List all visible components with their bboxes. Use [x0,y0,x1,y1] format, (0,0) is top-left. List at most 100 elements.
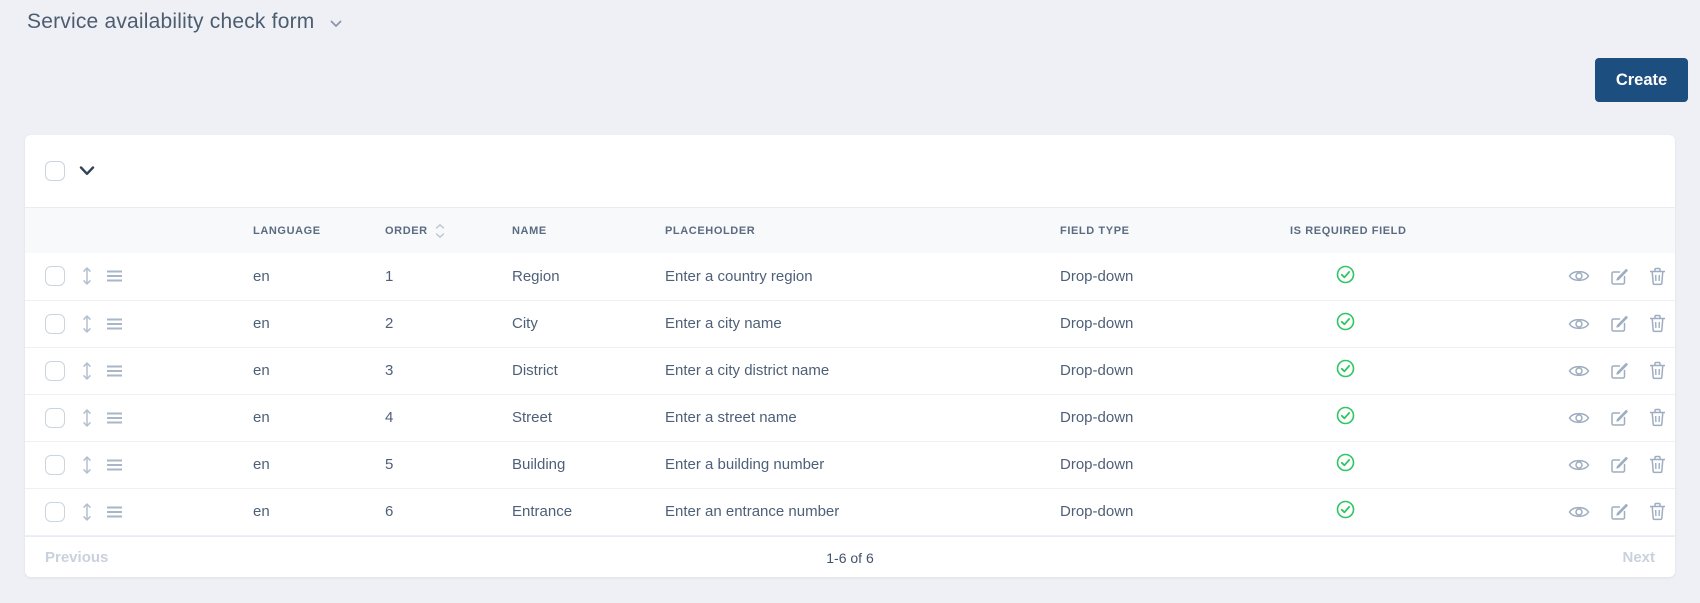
required-check-icon [1336,453,1355,472]
move-icon[interactable] [81,455,93,475]
required-check-icon [1336,359,1355,378]
cell-order: 2 [385,315,394,332]
drag-handle-icon[interactable] [106,269,123,283]
move-icon[interactable] [81,314,93,334]
column-header-language: LANGUAGE [253,224,321,237]
cell-is-required [1290,488,1445,535]
sort-icon[interactable] [435,223,445,239]
required-check-icon [1336,312,1355,331]
cell-name: City [512,315,538,332]
cell-order: 6 [385,503,394,520]
edit-icon[interactable] [1610,455,1629,474]
column-header-field-type: FIELD TYPE [1060,224,1130,237]
pagination: Previous 1-6 of 6 Next [25,535,1675,578]
cell-language: en [253,362,270,379]
delete-icon[interactable] [1649,502,1666,521]
drag-handle-icon[interactable] [106,505,123,519]
required-check-icon [1336,406,1355,425]
cell-name: Region [512,267,560,285]
cell-is-required [1290,347,1445,394]
delete-icon[interactable] [1649,455,1666,474]
drag-handle-icon[interactable] [106,458,123,472]
cell-order: 4 [385,409,394,426]
column-header-placeholder: PLACEHOLDER [665,224,756,237]
cell-field-type: Drop-down [1060,362,1134,379]
cell-field-type: Drop-down [1060,267,1134,285]
move-icon[interactable] [81,502,93,522]
view-icon[interactable] [1568,268,1590,284]
cell-placeholder: Enter a building number [665,456,825,473]
cell-is-required [1290,394,1445,441]
move-icon[interactable] [81,361,93,381]
table-row: en 2 City Enter a city name Drop-down [25,300,1675,347]
cell-is-required [1290,300,1445,347]
row-checkbox[interactable] [45,407,65,428]
page-header: Service availability check form [27,10,342,34]
title-dropdown-chevron[interactable] [330,20,342,28]
table-header-row: LANGUAGE ORDER NAME PLACEHOLDER FIELD TY… [25,208,1675,253]
move-icon[interactable] [81,266,93,286]
pagination-range: 1-6 of 6 [826,549,874,566]
drag-handle-icon[interactable] [106,317,123,331]
table-row: en 4 Street Enter a street name Drop-dow… [25,394,1675,441]
drag-handle-icon[interactable] [106,364,123,378]
cell-placeholder: Enter a country region [665,267,813,285]
drag-handle-icon[interactable] [106,411,123,425]
cell-language: en [253,315,270,332]
column-header-name: NAME [512,224,547,237]
cell-language: en [253,409,270,426]
select-all-chevron-icon[interactable] [79,166,95,176]
select-all-checkbox[interactable] [45,161,65,181]
cell-field-type: Drop-down [1060,456,1134,473]
row-checkbox[interactable] [45,360,65,381]
delete-icon[interactable] [1649,361,1666,380]
table-row: en 3 District Enter a city district name… [25,347,1675,394]
column-header-order[interactable]: ORDER [385,208,512,253]
row-checkbox[interactable] [45,266,65,287]
row-checkbox[interactable] [45,501,65,522]
cell-placeholder: Enter a city name [665,315,782,332]
cell-field-type: Drop-down [1060,503,1134,520]
edit-icon[interactable] [1610,408,1629,427]
table-card: LANGUAGE ORDER NAME PLACEHOLDER FIELD TY… [25,135,1675,577]
table-row: en 6 Entrance Enter an entrance number D… [25,488,1675,535]
delete-icon[interactable] [1649,314,1666,333]
delete-icon[interactable] [1649,408,1666,427]
view-icon[interactable] [1568,316,1590,332]
edit-icon[interactable] [1610,314,1629,333]
next-button[interactable]: Next [1622,549,1655,566]
row-checkbox[interactable] [45,454,65,475]
required-check-icon [1336,500,1355,519]
edit-icon[interactable] [1610,267,1629,286]
page: Service availability check form Create L… [0,0,1700,603]
cell-is-required [1290,441,1445,488]
delete-icon[interactable] [1649,267,1666,286]
cell-name: District [512,362,558,379]
create-button[interactable]: Create [1595,58,1688,102]
page-title: Service availability check form [27,10,315,33]
fields-table: LANGUAGE ORDER NAME PLACEHOLDER FIELD TY… [25,208,1675,536]
cell-placeholder: Enter a street name [665,409,797,426]
cell-placeholder: Enter an entrance number [665,503,840,520]
cell-language: en [253,456,270,473]
previous-button[interactable]: Previous [45,549,108,566]
edit-icon[interactable] [1610,361,1629,380]
view-icon[interactable] [1568,457,1590,473]
table-row: en 1 Region Enter a country region Drop-… [25,253,1675,300]
cell-name: Entrance [512,503,573,520]
edit-icon[interactable] [1610,502,1629,521]
row-checkbox[interactable] [45,313,65,334]
cell-name: Building [512,456,566,473]
column-header-actions [1445,208,1675,253]
table-row: en 5 Building Enter a building number Dr… [25,441,1675,488]
view-icon[interactable] [1568,504,1590,520]
cell-placeholder: Enter a city district name [665,362,830,379]
table-body: en 1 Region Enter a country region Drop-… [25,253,1675,535]
move-icon[interactable] [81,408,93,428]
cell-is-required [1290,253,1445,300]
view-icon[interactable] [1568,410,1590,426]
cell-name: Street [512,409,553,426]
column-header-controls [25,208,253,253]
cell-order: 1 [385,267,394,285]
view-icon[interactable] [1568,363,1590,379]
